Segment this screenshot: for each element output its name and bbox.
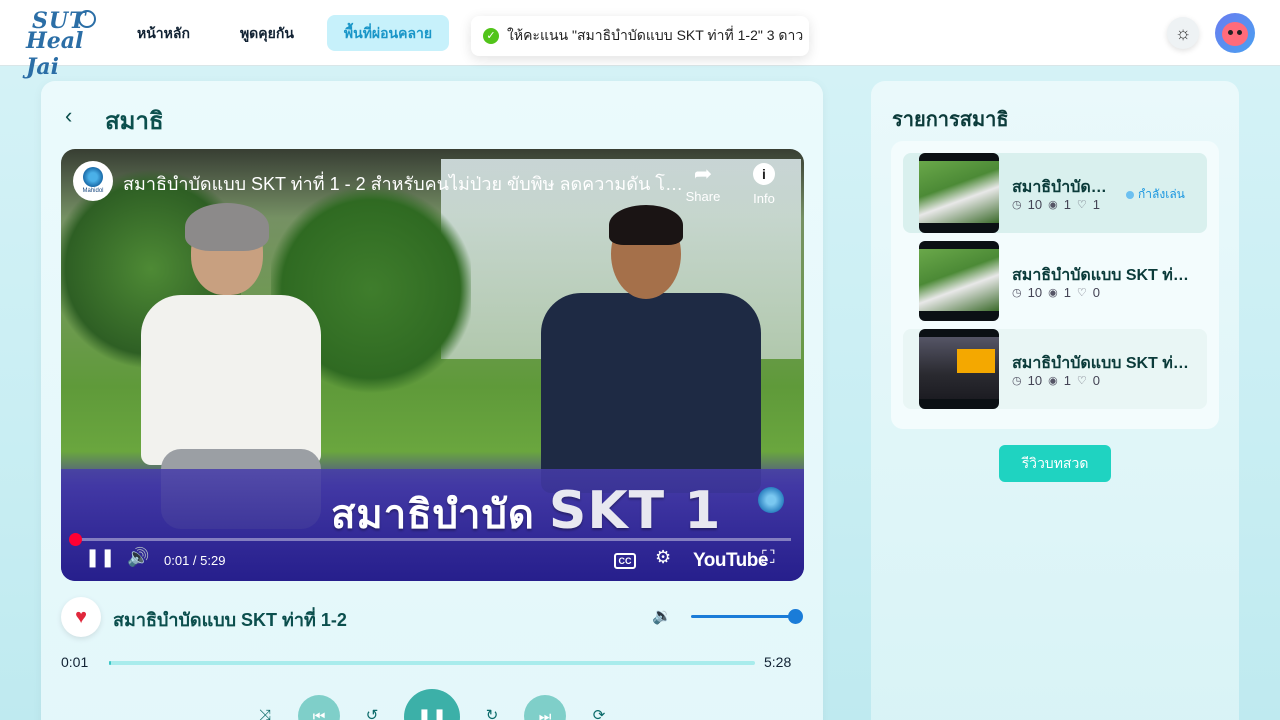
playlist-item-stats: ◷ 10 ◉ 1 ♡ 1 — [1012, 197, 1100, 212]
heart-icon: ♥ — [75, 606, 87, 628]
now-playing-badge: กำลังเล่น — [1126, 185, 1185, 204]
skip-forward-icon: ⏭ — [538, 708, 552, 720]
pause-icon[interactable]: ❚❚ — [85, 547, 115, 568]
fullscreen-icon[interactable]: ⛶ — [762, 547, 775, 568]
now-playing-label: กำลังเล่น — [1138, 187, 1185, 201]
clock-icon: ◷ — [1012, 375, 1022, 387]
main-nav: หน้าหลัก พูดคุยกัน พื้นที่ผ่อนคลาย — [120, 15, 450, 51]
eye-icon: ◉ — [1048, 287, 1058, 299]
duration-count: 10 — [1027, 373, 1043, 388]
forward-icon[interactable]: ↻ — [481, 705, 503, 720]
like-count: 0 — [1092, 373, 1101, 388]
view-count: 1 — [1063, 197, 1071, 212]
info-button[interactable]: i Info — [747, 161, 781, 206]
duration-count: 10 — [1027, 197, 1043, 212]
status-dot-icon — [1126, 190, 1134, 199]
video-progress-handle[interactable] — [69, 533, 82, 546]
meditation-player-card: ‹ สมาธิ สมาธิบำบัด SKT 1 Mahidol สมาธิบำบ… — [41, 81, 823, 720]
video-thumbnail — [919, 153, 999, 233]
video-embed[interactable]: สมาธิบำบัด SKT 1 Mahidol สมาธิบำบัดแบบ SK… — [61, 149, 804, 581]
eye-icon: ◉ — [1048, 375, 1058, 387]
heart-icon: ♡ — [1076, 375, 1087, 387]
overlay-text: สมาธิบำบัด — [331, 493, 535, 537]
top-bar: SUT Heal Jai หน้าหลัก พูดคุยกัน พื้นที่ผ… — [0, 0, 1280, 80]
like-count: 1 — [1092, 197, 1101, 212]
clock-icon: ◷ — [1012, 287, 1022, 299]
clock-icon: ◷ — [1012, 199, 1022, 211]
playlist-item[interactable]: สมาธิบำบัดแบบ SKT ท่าที่ 1-2 ◷10 ◉1 ♡1 ก… — [903, 153, 1207, 233]
avatar-eye — [1237, 30, 1242, 35]
share-label: Share — [685, 189, 721, 204]
nav-relax[interactable]: พื้นที่ผ่อนคลาย — [326, 15, 450, 51]
volume-icon[interactable]: 🔉 — [652, 606, 672, 626]
heart-icon: ♡ — [1076, 287, 1087, 299]
share-button[interactable]: ➦ Share — [683, 161, 723, 204]
nav-talk[interactable]: พูดคุยกัน — [223, 15, 311, 51]
theme-toggle-button[interactable]: ☼ — [1167, 17, 1199, 49]
view-count: 1 — [1063, 285, 1071, 300]
back-button[interactable]: ‹ — [65, 103, 72, 129]
avatar-face — [1222, 22, 1248, 46]
pause-icon: ❚❚ — [416, 707, 448, 720]
app-logo[interactable]: SUT Heal Jai — [22, 8, 102, 80]
channel-logo[interactable]: Mahidol — [73, 161, 113, 201]
share-icon: ➦ — [693, 161, 713, 186]
avatar-eye — [1228, 30, 1233, 35]
playlist-item[interactable]: สมาธิบำบัดแบบ SKT ท่าที่ 5-6 ◷10 ◉1 ♡0 — [903, 329, 1207, 409]
info-icon: i — [753, 163, 775, 185]
duration-count: 10 — [1027, 285, 1043, 300]
playlist-item-stats: ◷ 10 ◉ 1 ♡ 0 — [1012, 285, 1100, 300]
view-count: 1 — [1063, 373, 1071, 388]
pause-button[interactable]: ❚❚ — [404, 689, 460, 720]
repeat-icon[interactable]: ⟳ — [588, 705, 610, 720]
duration: 5:28 — [764, 654, 792, 670]
like-button[interactable]: ♥ — [61, 597, 101, 637]
video-progress-bar[interactable] — [75, 538, 791, 541]
avatar[interactable] — [1215, 13, 1255, 53]
chevron-left-icon: ‹ — [65, 103, 73, 128]
track-title: สมาธิบำบัดแบบ SKT ท่าที่ 1-2 — [113, 610, 347, 630]
video-overlay-caption: สมาธิบำบัด SKT 1 — [331, 481, 721, 546]
review-button[interactable]: รีวิวบทสวด — [999, 445, 1111, 482]
channel-logo-text: Mahidol — [82, 188, 104, 194]
volume-icon[interactable]: 🔊 — [127, 547, 149, 568]
overlay-code: SKT 1 — [548, 481, 722, 541]
info-label: Info — [753, 191, 775, 206]
shuffle-icon[interactable]: ⤨ — [254, 705, 276, 720]
heart-icon: ♡ — [1076, 199, 1087, 211]
video-thumbnail — [919, 329, 999, 409]
current-time: 0:01 — [61, 654, 89, 670]
like-count: 0 — [1092, 285, 1101, 300]
seek-bar[interactable] — [109, 661, 755, 665]
rating-toast: ✓ ให้คะแนน "สมาธิบำบัดแบบ SKT ท่าที่ 1-2… — [471, 16, 809, 56]
nav-home[interactable]: หน้าหลัก — [120, 15, 207, 51]
youtube-logo[interactable]: YouTube — [693, 550, 768, 572]
previous-track-button[interactable]: ⏮ — [298, 695, 340, 720]
volume-slider[interactable] — [691, 615, 796, 618]
toast-message: ให้คะแนน "สมาธิบำบัดแบบ SKT ท่าที่ 1-2" … — [507, 27, 804, 43]
sun-icon: ☼ — [1174, 22, 1192, 43]
playlist-title: รายการสมาธิ — [892, 109, 1009, 131]
skip-back-icon: ⏮ — [312, 708, 326, 720]
seek-bar-fill — [109, 661, 111, 665]
video-time: 0:01 / 5:29 — [164, 553, 226, 568]
eye-icon: ◉ — [1048, 199, 1058, 211]
playlist: สมาธิบำบัดแบบ SKT ท่าที่ 1-2 ◷10 ◉1 ♡1 ก… — [891, 141, 1219, 429]
video-title[interactable]: สมาธิบำบัดแบบ SKT ท่าที่ 1 - 2 สำหรับคนไ… — [123, 169, 683, 198]
logo-line2: Heal Jai — [26, 28, 84, 80]
video-thumbnail — [919, 241, 999, 321]
playlist-item-stats: ◷ 10 ◉ 1 ♡ 0 — [1012, 373, 1100, 388]
next-track-button[interactable]: ⏭ — [524, 695, 566, 720]
channel-emblem-icon — [758, 487, 784, 513]
captions-button[interactable]: CC — [614, 553, 636, 569]
playlist-card: รายการสมาธิ สมาธิบำบัดแบบ SKT ท่าที่ 1-2… — [871, 81, 1239, 720]
check-circle-icon: ✓ — [483, 28, 499, 44]
playlist-item[interactable]: สมาธิบำบัดแบบ SKT ท่าที่ 3-4 ◷10 ◉1 ♡0 — [903, 241, 1207, 321]
page-title: สมาธิ — [105, 108, 164, 135]
logo-smile-icon — [78, 10, 96, 28]
rewind-icon[interactable]: ↺ — [361, 705, 383, 720]
settings-gear-icon[interactable]: ⚙ — [655, 547, 671, 568]
volume-slider-handle[interactable] — [788, 609, 803, 624]
